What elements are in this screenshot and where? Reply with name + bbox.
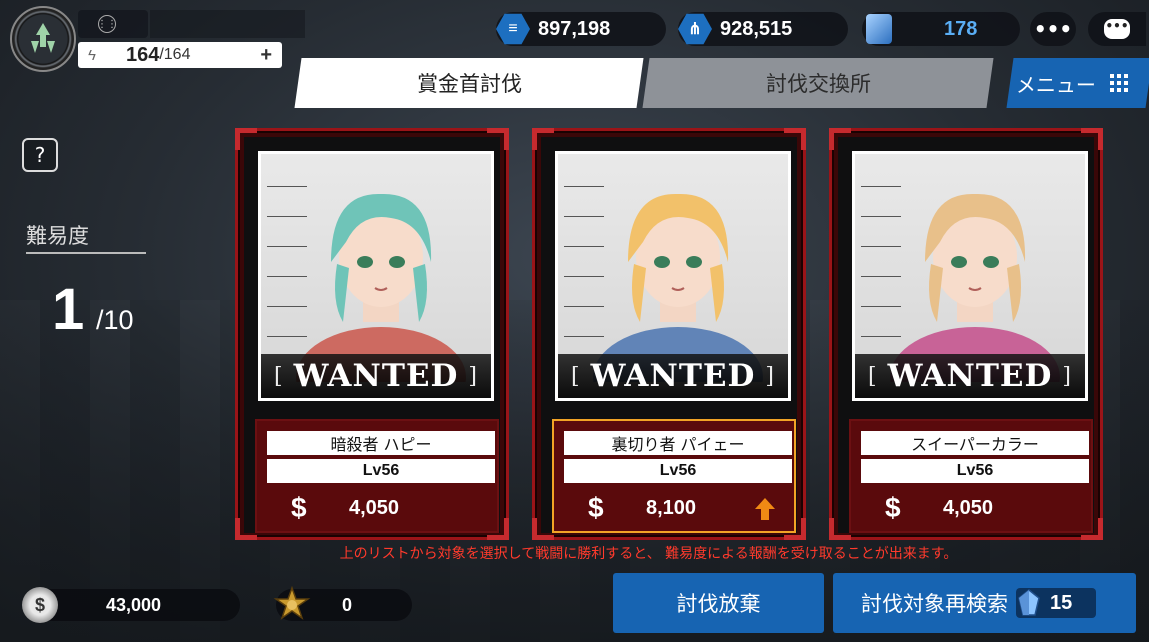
reward-row: $ 4,050 <box>851 491 1091 525</box>
list-icon: ≡ <box>496 13 530 45</box>
research-target-button[interactable]: 討伐対象再検索 15 <box>833 573 1136 633</box>
bracket-left: [ <box>571 363 581 389</box>
stamina-add-button[interactable]: + <box>260 44 272 67</box>
wanted-poster: [ WANTED ] <box>555 151 791 401</box>
target-name: 暗殺者 ハピー <box>267 431 495 455</box>
currency-parts[interactable]: ⋔ 928,515 <box>678 12 848 46</box>
reward-value: 4,050 <box>943 496 994 519</box>
wanted-banner: [ WANTED ] <box>558 354 788 398</box>
card-frame: [ WANTED ] 暗殺者 ハピー Lv56 $ 4,050 <box>244 137 500 533</box>
badge-display: 0 <box>273 585 412 621</box>
card-frame: [ WANTED ] 裏切り者 パイェー Lv56 $ 8,100 <box>541 137 797 533</box>
bracket-left: [ <box>274 363 284 389</box>
up-arrow-icon <box>755 498 775 520</box>
wanted-label: WANTED <box>590 358 756 394</box>
wanted-banner: [ WANTED ] <box>855 354 1085 398</box>
player-emblem-icon[interactable] <box>10 6 76 72</box>
difficulty-divider <box>26 252 146 254</box>
profile-top-bar: ⋮⋮ <box>78 10 148 38</box>
research-target-label: 討伐対象再検索 <box>861 592 1008 616</box>
target-level: Lv56 <box>861 459 1089 483</box>
currency-crystal-value: 178 <box>944 17 978 40</box>
tab-bounty-hunt-label: 賞金首討伐 <box>416 72 522 96</box>
instruction-text: 上のリストから対象を選択して戦闘に勝利すると、 難易度による報酬を受け取ることが… <box>339 546 958 562</box>
help-button[interactable]: ? <box>22 138 58 172</box>
research-cost: 15 <box>1016 588 1097 618</box>
stamina-bar: ϟ 164 /164 + <box>78 42 282 68</box>
tab-hunt-exchange-label: 討伐交換所 <box>765 72 871 96</box>
grid-icon[interactable]: ⋮⋮ <box>97 15 117 33</box>
target-info[interactable]: 暗殺者 ハピー Lv56 $ 4,050 <box>255 419 499 533</box>
difficulty-label: 難易度 <box>26 224 89 248</box>
target-level: Lv56 <box>564 459 792 483</box>
tab-hunt-exchange[interactable]: 討伐交換所 <box>642 58 994 108</box>
menu-button[interactable]: メニュー <box>1006 58 1149 108</box>
research-cost-value: 15 <box>1050 591 1073 614</box>
wanted-label: WANTED <box>887 358 1053 394</box>
tab-bounty-hunt[interactable]: 賞金首討伐 <box>294 58 644 108</box>
grid-menu-icon <box>1110 74 1128 92</box>
menu-label: メニュー <box>1016 72 1096 97</box>
crystal-icon <box>866 14 892 44</box>
wanted-poster: [ WANTED ] <box>258 151 494 401</box>
chat-button[interactable]: ••• <box>1088 12 1146 46</box>
abandon-hunt-label: 討伐放棄 <box>676 592 761 616</box>
currency-ticket-value: 897,198 <box>538 17 611 40</box>
stamina-max: /164 <box>159 46 191 63</box>
profile-strip <box>150 10 305 38</box>
target-level: Lv56 <box>267 459 495 483</box>
wanted-poster: [ WANTED ] <box>852 151 1088 401</box>
abandon-hunt-button[interactable]: 討伐放棄 <box>613 573 824 633</box>
reward-value: 8,100 <box>646 496 697 519</box>
stamina-current: 164 <box>125 43 160 66</box>
crystal-icon <box>1018 589 1040 616</box>
bracket-right: ] <box>1062 363 1072 389</box>
target-name: 裏切り者 パイェー <box>564 431 792 455</box>
badge-count: 0 <box>342 594 353 615</box>
dollar-icon: $ <box>291 492 307 523</box>
card-frame: [ WANTED ] スイーパーカラー Lv56 $ 4,050 <box>838 137 1094 533</box>
currency-crystal[interactable]: 178 <box>862 12 1020 46</box>
coin-icon: $ <box>22 587 58 623</box>
currency-ticket[interactable]: ≡ 897,198 <box>496 12 666 46</box>
reward-value: 4,050 <box>349 496 400 519</box>
chat-icon: ••• <box>1104 19 1130 39</box>
difficulty-max: /10 <box>96 305 134 335</box>
money-value: 43,000 <box>106 594 162 615</box>
wanted-label: WANTED <box>293 358 459 394</box>
dollar-icon: $ <box>588 492 604 523</box>
character-portrait <box>593 193 763 382</box>
bounty-card[interactable]: [ WANTED ] 裏切り者 パイェー Lv56 $ 8,100 <box>532 128 806 540</box>
more-button[interactable]: ••• <box>1030 12 1076 46</box>
difficulty-value: 1 <box>52 277 85 342</box>
reward-row: $ 8,100 <box>554 491 794 525</box>
target-name: スイーパーカラー <box>861 431 1089 455</box>
bracket-right: ] <box>765 363 775 389</box>
bounty-card[interactable]: [ WANTED ] スイーパーカラー Lv56 $ 4,050 <box>829 128 1103 540</box>
target-info[interactable]: 裏切り者 パイェー Lv56 $ 8,100 <box>552 419 796 533</box>
lightning-icon: ϟ <box>88 46 96 64</box>
bounty-card[interactable]: [ WANTED ] 暗殺者 ハピー Lv56 $ 4,050 <box>235 128 509 540</box>
network-icon: ⋔ <box>678 13 712 45</box>
character-portrait <box>890 193 1060 382</box>
bracket-right: ] <box>468 363 478 389</box>
character-portrait <box>296 193 466 382</box>
reward-row: $ 4,050 <box>257 491 497 525</box>
wanted-banner: [ WANTED ] <box>261 354 491 398</box>
bracket-left: [ <box>868 363 878 389</box>
money-display: $ 43,000 <box>22 587 240 623</box>
target-info[interactable]: スイーパーカラー Lv56 $ 4,050 <box>849 419 1093 533</box>
dollar-icon: $ <box>885 492 901 523</box>
sheriff-star-icon <box>273 585 311 620</box>
currency-parts-value: 928,515 <box>720 17 793 40</box>
